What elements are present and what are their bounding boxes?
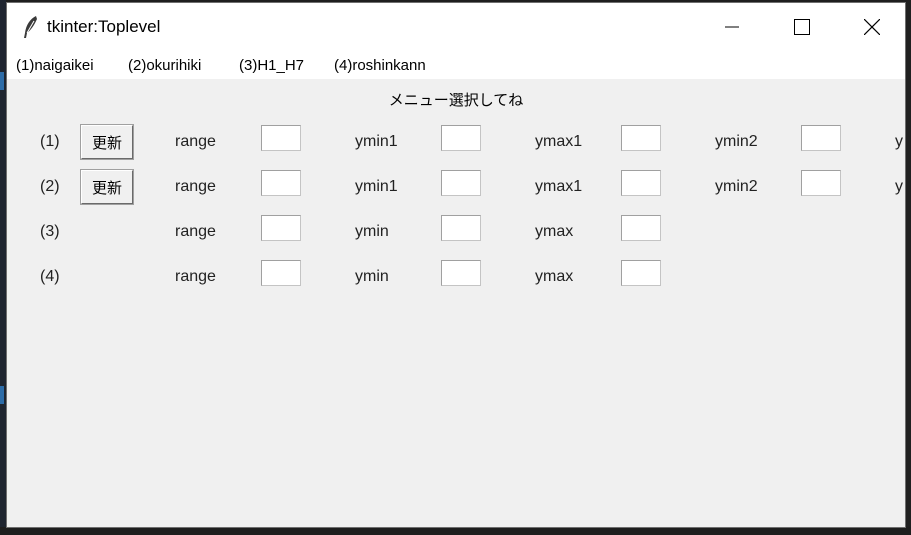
ymax-label: ymax xyxy=(535,268,574,285)
ymax1-label: ymax1 xyxy=(535,133,583,150)
background-marker xyxy=(0,386,4,404)
ymin-input-3[interactable] xyxy=(441,215,481,241)
ymax2-label-truncated: y xyxy=(895,133,903,150)
menu-prompt-heading: メニュー選択してね xyxy=(388,91,524,109)
ymax-label: ymax xyxy=(535,223,574,240)
minimize-icon xyxy=(725,26,739,28)
range-input-3[interactable] xyxy=(261,215,301,241)
ymax1-input-1[interactable] xyxy=(621,125,661,151)
menu-item-naigaikei[interactable]: (1)naigaikei xyxy=(16,57,94,74)
ymin1-input-1[interactable] xyxy=(441,125,481,151)
range-label: range xyxy=(175,178,216,195)
close-button[interactable] xyxy=(837,3,907,51)
background-editor-bottom xyxy=(0,527,911,535)
update-button-2[interactable]: 更新 xyxy=(80,169,134,205)
menu-item-okurihiki[interactable]: (2)okurihiki xyxy=(128,57,201,74)
row-id-label: (2) xyxy=(40,178,60,195)
ymin-label: ymin xyxy=(355,223,389,240)
range-label: range xyxy=(175,133,216,150)
main-content: メニュー選択してね (1) 更新 range ymin1 ymax1 ymin2… xyxy=(7,79,905,527)
maximize-button[interactable] xyxy=(767,3,837,51)
ymin1-label: ymin1 xyxy=(355,178,398,195)
menu-item-h1-h7[interactable]: (3)H1_H7 xyxy=(239,57,304,74)
ymin-label: ymin xyxy=(355,268,389,285)
row-id-label: (3) xyxy=(40,223,60,240)
ymin2-label: ymin2 xyxy=(715,133,758,150)
row-id-label: (1) xyxy=(40,133,60,150)
row-id-label: (4) xyxy=(40,268,60,285)
ymin2-label: ymin2 xyxy=(715,178,758,195)
feather-icon xyxy=(24,16,37,38)
range-input-1[interactable] xyxy=(261,125,301,151)
ymin2-input-2[interactable] xyxy=(801,170,841,196)
ymin-input-4[interactable] xyxy=(441,260,481,286)
settings-row-1: (1) 更新 range ymin1 ymax1 ymin2 y xyxy=(7,124,905,161)
update-button-1[interactable]: 更新 xyxy=(80,124,134,160)
range-input-4[interactable] xyxy=(261,260,301,286)
ymax1-input-2[interactable] xyxy=(621,170,661,196)
menu-item-roshinkann[interactable]: (4)roshinkann xyxy=(334,57,426,74)
range-label: range xyxy=(175,223,216,240)
close-icon xyxy=(864,19,880,35)
range-label: range xyxy=(175,268,216,285)
ymax-input-3[interactable] xyxy=(621,215,661,241)
ymin2-input-1[interactable] xyxy=(801,125,841,151)
ymin1-input-2[interactable] xyxy=(441,170,481,196)
background-editor-edge-right xyxy=(906,0,911,535)
ymax2-label-truncated: y xyxy=(895,178,903,195)
settings-row-2: (2) 更新 range ymin1 ymax1 ymin2 y xyxy=(7,169,905,206)
range-input-2[interactable] xyxy=(261,170,301,196)
ymax-input-4[interactable] xyxy=(621,260,661,286)
settings-row-3: (3) range ymin ymax xyxy=(7,215,905,251)
title-bar[interactable]: tkinter:Toplevel xyxy=(7,3,905,51)
ymin1-label: ymin1 xyxy=(355,133,398,150)
background-marker xyxy=(0,72,4,90)
menu-bar: (1)naigaikei (2)okurihiki (3)H1_H7 (4)ro… xyxy=(7,51,905,79)
toplevel-window: tkinter:Toplevel (1)naigaikei (2)okurihi… xyxy=(6,2,906,528)
minimize-button[interactable] xyxy=(697,3,767,51)
maximize-icon xyxy=(794,19,810,35)
window-title: tkinter:Toplevel xyxy=(47,17,161,36)
ymax1-label: ymax1 xyxy=(535,178,583,195)
settings-row-4: (4) range ymin ymax xyxy=(7,260,905,296)
